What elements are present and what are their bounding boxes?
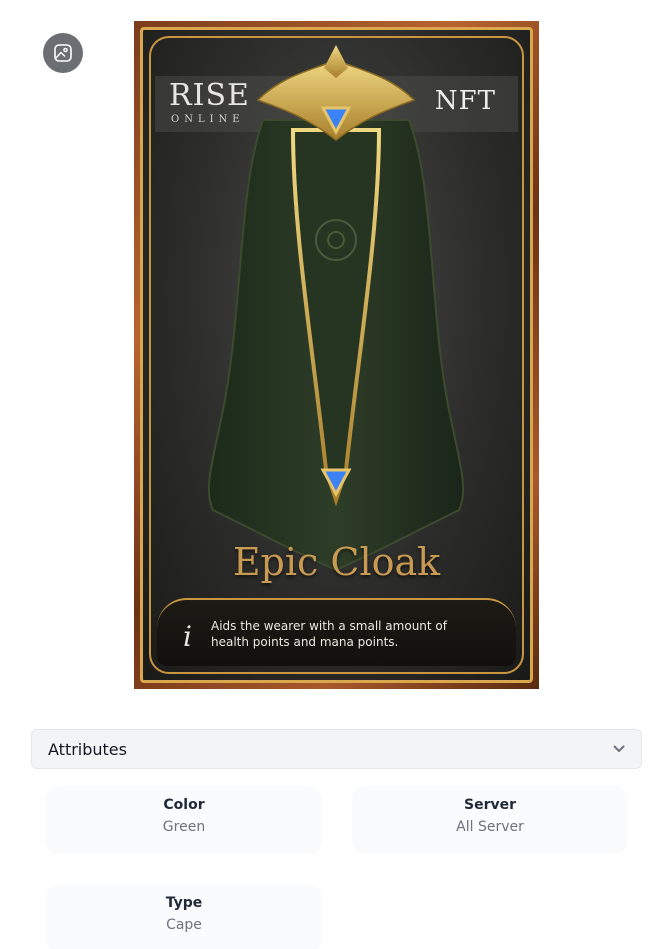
nft-card-image: RISE ONLINE NFT Epic Cloak i Aids the we… bbox=[134, 21, 539, 689]
attributes-title: Attributes bbox=[48, 739, 127, 759]
chevron-down-icon bbox=[613, 745, 625, 752]
attributes-accordion-header[interactable]: Attributes bbox=[31, 729, 642, 769]
attribute-value: Green bbox=[162, 819, 206, 835]
attribute-card-server: Server All Server bbox=[354, 787, 626, 851]
attribute-value: All Server bbox=[456, 819, 524, 835]
image-icon bbox=[54, 44, 72, 62]
nft-badge: NFT bbox=[434, 86, 496, 116]
attribute-card-color: Color Green bbox=[48, 787, 320, 851]
item-name: Epic Cloak bbox=[232, 540, 441, 584]
rise-online-logo: RISE bbox=[169, 78, 250, 113]
description-panel: i Aids the wearer with a small amount of… bbox=[157, 598, 516, 666]
view-image-button[interactable] bbox=[43, 33, 83, 73]
item-description: Aids the wearer with a small amount of h… bbox=[211, 619, 447, 649]
rise-online-logo-sub: ONLINE bbox=[171, 114, 245, 125]
attribute-card-type: Type Cape bbox=[48, 885, 320, 949]
card-face: RISE ONLINE NFT Epic Cloak i Aids the we… bbox=[140, 27, 533, 683]
attribute-label: Type bbox=[165, 895, 203, 911]
attribute-label: Color bbox=[163, 797, 205, 813]
attribute-value: Cape bbox=[166, 917, 202, 933]
attribute-label: Server bbox=[463, 797, 516, 813]
info-icon: i bbox=[183, 620, 192, 653]
